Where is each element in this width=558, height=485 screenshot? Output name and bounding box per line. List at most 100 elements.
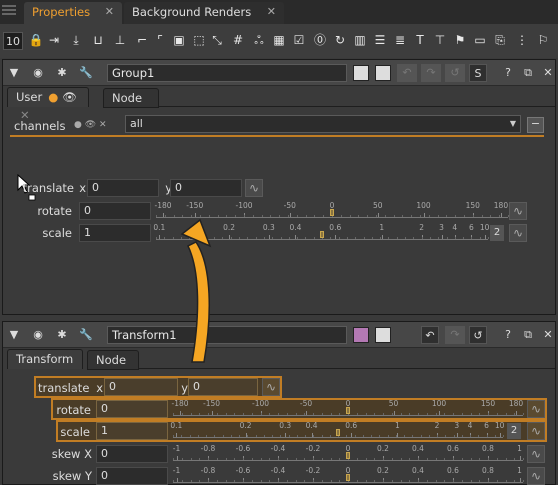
slider-handle[interactable]: [336, 429, 340, 436]
revert-icon[interactable]: ↺: [445, 64, 465, 82]
grid-icon[interactable]: ▦: [270, 30, 288, 50]
slider-minor-tick: [234, 413, 236, 415]
list-icon[interactable]: ☰: [371, 30, 389, 50]
close-panel-icon[interactable]: ✕: [539, 64, 557, 82]
translate-y-field[interactable]: 0: [170, 179, 242, 197]
viewer-circle-icon[interactable]: ◉: [29, 326, 47, 344]
sort-icon[interactable]: ≣: [391, 30, 409, 50]
max-panels-field[interactable]: 10: [3, 32, 23, 50]
help-icon[interactable]: ?: [499, 64, 517, 82]
skew-x-field[interactable]: 0: [96, 445, 168, 463]
curve-icon[interactable]: ∿: [527, 445, 545, 463]
node-icon[interactable]: ✱: [53, 326, 71, 344]
undo-icon[interactable]: ↶: [397, 64, 417, 82]
transform-input-icon[interactable]: ⇥: [45, 30, 63, 50]
panel-header: ▼ ◉ ✱ 🔧 Group1 ↶ ↷ ↺ S ? ⧉ ✕: [3, 60, 555, 86]
close-tab-icon[interactable]: ✕: [267, 2, 276, 22]
minus-button[interactable]: −: [527, 117, 544, 133]
lock-icon[interactable]: 🔒: [27, 30, 45, 50]
float-icon[interactable]: ⧉: [519, 326, 537, 344]
tile-color-swatch[interactable]: [353, 327, 369, 343]
scale-channels-button[interactable]: 2: [507, 423, 521, 439]
export-icon[interactable]: ⤓: [67, 30, 85, 50]
rotate-field[interactable]: 0: [79, 202, 151, 220]
file-icon[interactable]: ⎘: [491, 30, 509, 50]
text-tool-icon[interactable]: T: [411, 30, 429, 50]
node-name-field[interactable]: Group1: [107, 64, 347, 82]
color-circles-icon[interactable]: ஃ: [250, 30, 268, 50]
slider-handle[interactable]: [330, 209, 334, 216]
node-icon[interactable]: ✱: [53, 64, 71, 82]
collapse-icon[interactable]: ▼: [5, 326, 23, 344]
help-icon[interactable]: ?: [499, 326, 517, 344]
float-icon[interactable]: ⧉: [519, 64, 537, 82]
tile-color-swatch[interactable]: [353, 65, 369, 81]
close-panel-icon[interactable]: ✕: [539, 326, 557, 344]
flag-row-icon[interactable]: ⚐: [534, 30, 552, 50]
wrench-icon[interactable]: 🔧: [77, 64, 95, 82]
scale-channels-button[interactable]: 2: [490, 225, 504, 241]
slider-handle[interactable]: [346, 452, 350, 459]
number-icon[interactable]: ⓪: [311, 30, 329, 50]
loop-icon[interactable]: ↻: [331, 30, 349, 50]
curve-icon[interactable]: ∿: [527, 422, 545, 440]
rename-icon[interactable]: ⊔: [89, 30, 107, 50]
flag-icon[interactable]: ⚑: [451, 30, 469, 50]
skew-x-slider[interactable]: -1 -0.8 -0.6 -0.4 -0.2 0 0.2 0.4 0.6 0.8 1: [173, 443, 524, 461]
scale-field[interactable]: 1: [79, 224, 151, 242]
curve-icon[interactable]: ∿: [245, 179, 263, 197]
slider-tick-label: 0.3: [279, 421, 292, 430]
tab-node[interactable]: Node: [103, 88, 159, 108]
rotate-field[interactable]: 0: [96, 400, 168, 418]
slider-handle[interactable]: [346, 407, 350, 414]
curve-icon[interactable]: ∿: [262, 378, 280, 396]
gl-color-swatch[interactable]: [375, 65, 391, 81]
slider-icon[interactable]: ⋮: [513, 30, 531, 50]
close-tab-icon[interactable]: ✕: [105, 2, 114, 22]
curve-icon[interactable]: ∿: [509, 202, 527, 220]
move-icon[interactable]: ⤡: [208, 30, 226, 50]
translate-x-field[interactable]: 0: [104, 378, 178, 396]
revert-icon[interactable]: ↺: [469, 326, 487, 344]
curve-icon[interactable]: ∿: [527, 400, 545, 418]
tab-node[interactable]: Node: [87, 350, 139, 370]
arrange-icon[interactable]: ▥: [351, 30, 369, 50]
channels-dropdown[interactable]: all ▼: [125, 115, 521, 133]
slider-minor-tick: [261, 215, 263, 217]
knob-link-icon[interactable]: ⌐: [133, 30, 151, 50]
undo-icon[interactable]: ↶: [421, 326, 439, 344]
curve-icon[interactable]: ∿: [509, 224, 527, 242]
collapse-icon[interactable]: ▼: [5, 64, 23, 82]
drag-gripper-icon[interactable]: [2, 3, 20, 19]
s-button[interactable]: S: [469, 64, 487, 82]
slider-tick-label: -0.8: [200, 466, 216, 475]
wrench-icon[interactable]: 🔧: [77, 326, 95, 344]
image-icon[interactable]: ▭: [471, 30, 489, 50]
text-box-icon[interactable]: ⊤: [431, 30, 449, 50]
tab-transform[interactable]: Transform: [7, 349, 83, 369]
tab-user[interactable]: User ● 👁✕: [7, 87, 89, 122]
translate-x-field[interactable]: 0: [87, 179, 159, 197]
tab-properties[interactable]: Properties ✕: [24, 2, 122, 24]
checkbox-icon[interactable]: ☑: [290, 30, 308, 50]
gl-color-swatch[interactable]: [375, 327, 391, 343]
box-icon[interactable]: ▣: [170, 30, 188, 50]
axis-icon[interactable]: ⊥: [111, 30, 129, 50]
redo-icon[interactable]: ↷: [421, 64, 441, 82]
skew-y-field[interactable]: 0: [96, 467, 168, 485]
viewer-circle-icon[interactable]: ◉: [29, 64, 47, 82]
translate-y-field[interactable]: 0: [188, 378, 258, 396]
rotate-slider[interactable]: -180 -150 -100 -50 0 50 100 150 180: [171, 398, 524, 416]
skew-y-slider[interactable]: -1 -0.8 -0.6 -0.4 -0.2 0 0.2 0.4 0.6 0.8 1: [173, 465, 524, 483]
redo-icon[interactable]: ↷: [445, 326, 465, 344]
scale-field[interactable]: 1: [96, 422, 168, 440]
tab-background-renders[interactable]: Background Renders ✕: [124, 2, 284, 24]
slider-handle[interactable]: [320, 231, 324, 238]
crop-icon[interactable]: ⌜: [151, 30, 169, 50]
scale-slider[interactable]: 0.1 0.2 0.3 0.4 0.6 1 2 3 4 6 10: [170, 420, 504, 438]
bbox-icon[interactable]: ⬚: [190, 30, 208, 50]
curve-icon[interactable]: ∿: [527, 467, 545, 485]
slider-minor-tick: [481, 215, 483, 217]
slider-handle[interactable]: [346, 474, 350, 481]
hash-icon[interactable]: #: [229, 30, 247, 50]
